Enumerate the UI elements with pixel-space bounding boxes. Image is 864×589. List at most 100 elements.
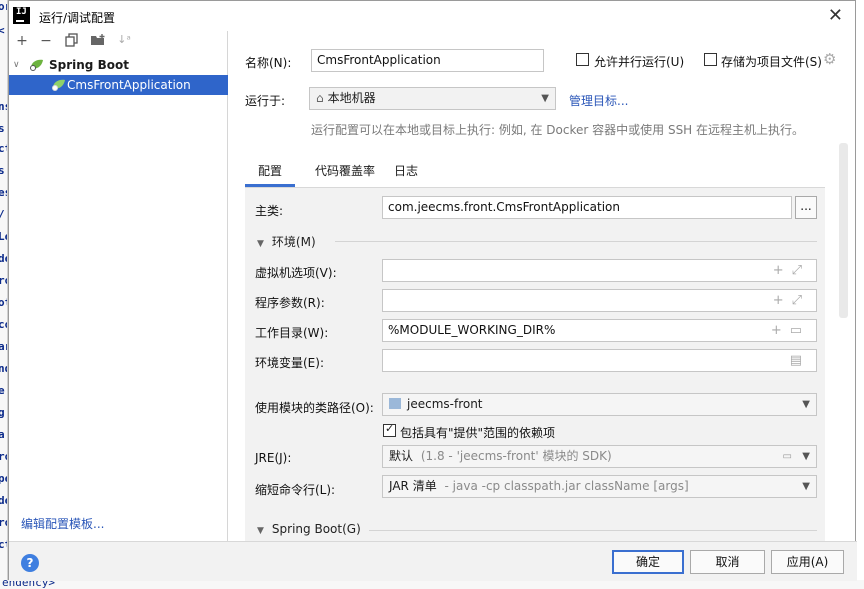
expand-field-icons[interactable]: +⤢ <box>773 260 810 281</box>
jre-value: 默认 <box>389 449 414 463</box>
main-class-input[interactable]: com.jeecms.front.CmsFrontApplication <box>382 196 792 219</box>
tree-item-label: Spring Boot <box>49 58 129 72</box>
spring-boot-icon <box>29 59 45 71</box>
module-icon <box>389 398 401 409</box>
include-provided-label: 包括具有"提供"范围的依赖项 <box>400 426 556 440</box>
editor-fragment: Le <box>0 230 7 243</box>
editor-background-bottom: endency> <box>0 580 864 589</box>
collapse-triangle-icon: ▼ <box>257 526 264 536</box>
copy-icon[interactable] <box>63 33 81 51</box>
editor-fragment: ro <box>0 516 7 529</box>
tree-toolbar: + − ↓ᵃ <box>9 31 227 53</box>
run-on-label: 运行于: <box>245 94 286 108</box>
program-args-input[interactable]: +⤢ <box>382 289 817 312</box>
editor-fragment: nd <box>0 362 7 375</box>
run-on-value: 本地机器 <box>327 91 376 105</box>
sort-icon[interactable]: ↓ᵃ <box>115 33 133 46</box>
editor-fragment: ot <box>0 296 7 309</box>
gear-icon[interactable]: ⚙ <box>823 50 836 68</box>
help-icon[interactable]: ? <box>21 554 39 572</box>
intellij-app-icon: IJ <box>13 7 30 24</box>
chevron-down-icon: ▼ <box>802 451 810 462</box>
cancel-button[interactable]: 取消 <box>690 550 765 574</box>
store-as-project-checkbox[interactable] <box>704 53 717 66</box>
browse-main-class-button[interactable]: ... <box>795 196 817 219</box>
document-icon[interactable]: ▤ <box>790 350 810 371</box>
editor-fragment: or <box>0 0 7 13</box>
shorten-hint: - java -cp classpath.jar className [args… <box>444 479 689 493</box>
tab-code-coverage[interactable]: 代码覆盖率 <box>307 159 383 187</box>
editor-fragment: ro <box>0 274 7 287</box>
env-vars-input[interactable]: ▤ <box>382 349 817 372</box>
module-classpath-select[interactable]: jeecms-front ▼ <box>382 393 817 416</box>
dialog-button-bar: ? 确定 取消 应用(A) <box>9 541 857 581</box>
editor-fragment: co <box>0 318 7 331</box>
folder-browse-icons[interactable]: +▭ <box>771 320 810 341</box>
chevron-down-icon: ▼ <box>802 481 810 492</box>
ok-button[interactable]: 确定 <box>612 550 684 574</box>
module-classpath-value: jeecms-front <box>407 397 483 411</box>
shorten-cmdline-select[interactable]: JAR 清单 - java -cp classpath.jar classNam… <box>382 475 817 498</box>
chevron-down-icon: ▼ <box>802 399 810 410</box>
scrollbar[interactable] <box>839 143 848 318</box>
editor-fragment: s <box>0 164 5 177</box>
folder-add-icon[interactable] <box>89 33 107 51</box>
manage-targets-link[interactable]: 管理目标... <box>569 92 628 109</box>
springboot-section-header[interactable]: ▼ Spring Boot(G) <box>257 522 361 536</box>
environment-section-header[interactable]: ▼ 环境(M) <box>257 233 316 250</box>
shorten-cmdline-label: 缩短命令行(L): <box>255 483 336 497</box>
add-icon[interactable]: + <box>13 33 31 49</box>
configuration-panel: 主类: com.jeecms.front.CmsFrontApplication… <box>245 187 825 541</box>
include-provided-checkbox[interactable] <box>383 422 396 437</box>
name-label: 名称(N): <box>245 56 292 70</box>
working-dir-input[interactable]: %MODULE_WORKING_DIR% +▭ <box>382 319 817 342</box>
window-title: 运行/调试配置 <box>39 11 116 25</box>
chevron-down-icon: ▼ <box>541 93 549 104</box>
editor-fragment: e <box>0 384 5 397</box>
remove-icon[interactable]: − <box>37 33 55 49</box>
folder-icon[interactable]: ▭ <box>783 446 792 467</box>
editor-background-strip: or < ns s ct s es / Le de ro ot co ar nd… <box>0 0 8 589</box>
expand-field-icons[interactable]: +⤢ <box>773 290 810 311</box>
jre-hint: (1.8 - 'jeecms-front' 模块的 SDK) <box>420 449 612 463</box>
section-divider <box>369 530 817 531</box>
main-class-label: 主类: <box>255 204 284 218</box>
env-vars-label: 环境变量(E): <box>255 356 324 370</box>
editor-fragment: s <box>0 122 5 135</box>
working-dir-label: 工作目录(W): <box>255 326 329 340</box>
tree-item-label: CmsFrontApplication <box>67 78 191 92</box>
editor-fragment: ct <box>0 142 7 155</box>
shorten-value: JAR 清单 <box>389 479 437 493</box>
editor-fragment: es <box>0 186 7 199</box>
allow-parallel-checkbox[interactable] <box>576 53 589 66</box>
run-on-hint: 运行配置可以在本地或目标上执行: 例如, 在 Docker 容器中或使用 SSH… <box>311 123 805 137</box>
tab-configuration[interactable]: 配置 <box>245 159 295 187</box>
collapse-triangle-icon: ▼ <box>257 239 264 249</box>
vm-options-input[interactable]: +⤢ <box>382 259 817 282</box>
section-divider <box>335 241 817 242</box>
config-tree-pane: + − ↓ᵃ ∨ Spring Boot CmsFrontApplication… <box>9 31 228 541</box>
tab-logs[interactable]: 日志 <box>391 159 421 187</box>
close-icon[interactable]: ✕ <box>828 5 843 26</box>
edit-templates-link[interactable]: 编辑配置模板... <box>21 515 104 532</box>
store-as-project-label: 存储为项目文件(S) <box>721 55 822 69</box>
name-input[interactable]: CmsFrontApplication <box>311 49 544 72</box>
editor-fragment: ct <box>0 538 7 551</box>
tree-item-spring-boot[interactable]: ∨ Spring Boot <box>9 55 228 75</box>
jre-select[interactable]: 默认 (1.8 - 'jeecms-front' 模块的 SDK) ▭ ▼ <box>382 445 817 468</box>
apply-button[interactable]: 应用(A) <box>771 550 844 574</box>
jre-label: JRE(J): <box>255 451 292 465</box>
run-on-select[interactable]: ⌂ 本地机器 ▼ <box>309 87 556 110</box>
editor-fragment: g <box>0 406 5 419</box>
editor-fragment: endency> <box>2 580 55 589</box>
editor-fragment: de <box>0 494 7 507</box>
vm-options-label: 虚拟机选项(V): <box>255 266 337 280</box>
chevron-down-icon: ∨ <box>13 60 20 70</box>
spring-boot-app-icon <box>51 79 67 91</box>
springboot-section-label: Spring Boot(G) <box>271 522 361 536</box>
editor-fragment: ar <box>0 340 7 353</box>
title-bar: IJ 运行/调试配置 ✕ <box>9 1 855 31</box>
run-debug-config-dialog: IJ 运行/调试配置 ✕ + − ↓ᵃ ∨ Spring Boot CmsFro… <box>8 0 857 581</box>
editor-fragment: pe <box>0 472 7 485</box>
tree-item-cms-front-application[interactable]: CmsFrontApplication <box>9 75 228 95</box>
